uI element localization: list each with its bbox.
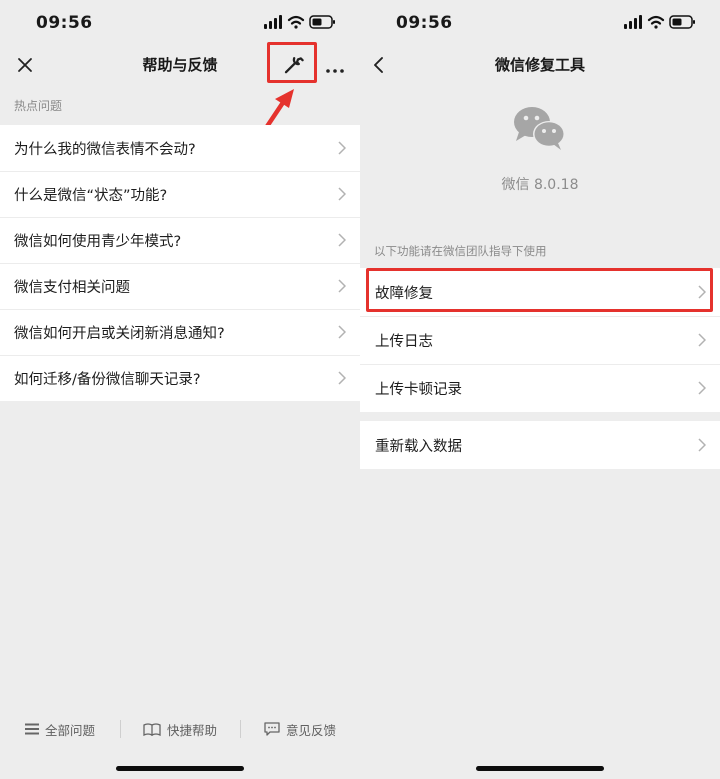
highlight-box-wrench bbox=[267, 42, 317, 83]
book-icon bbox=[143, 722, 161, 736]
question-row-5[interactable]: 微信如何开启或关闭新消息通知? bbox=[0, 309, 360, 355]
question-label: 什么是微信“状态”功能? bbox=[14, 188, 168, 204]
question-label: 为什么我的微信表情不会动? bbox=[14, 142, 196, 158]
question-row-6[interactable]: 如何迁移/备份微信聊天记录? bbox=[0, 355, 360, 401]
home-indicator bbox=[116, 766, 244, 771]
chevron-right-icon bbox=[338, 233, 346, 247]
wifi-icon bbox=[647, 15, 665, 29]
tab-feedback[interactable]: 意见反馈 bbox=[240, 709, 360, 749]
app-version: 微信 8.0.18 bbox=[501, 177, 579, 193]
question-row-4[interactable]: 微信支付相关问题 bbox=[0, 263, 360, 309]
chevron-right-icon bbox=[338, 279, 346, 293]
signal-icon bbox=[264, 15, 282, 29]
question-row-3[interactable]: 微信如何使用青少年模式? bbox=[0, 217, 360, 263]
list-icon bbox=[24, 723, 39, 735]
question-label: 微信如何开启或关闭新消息通知? bbox=[14, 326, 225, 342]
status-time: 09:56 bbox=[36, 13, 93, 33]
chevron-right-icon bbox=[338, 187, 346, 201]
chevron-right-icon bbox=[698, 438, 706, 452]
upload-log-item[interactable]: 上传日志 bbox=[360, 316, 720, 364]
item-label: 重新载入数据 bbox=[375, 439, 462, 455]
question-label: 微信如何使用青少年模式? bbox=[14, 234, 182, 250]
chevron-right-icon bbox=[338, 325, 346, 339]
upload-lag-record-item[interactable]: 上传卡顿记录 bbox=[360, 364, 720, 412]
wechat-logo-icon bbox=[514, 107, 565, 150]
repair-tool-screen: 09:56 微信修复工具 微信 8.0.18 以下功能请在微信团队指导下使用 故… bbox=[360, 0, 720, 779]
hot-questions-label: 热点问题 bbox=[14, 99, 63, 113]
item-label: 上传卡顿记录 bbox=[375, 382, 462, 398]
reload-list: 重新载入数据 bbox=[360, 421, 720, 469]
battery-icon bbox=[309, 15, 335, 29]
tab-all-questions[interactable]: 全部问题 bbox=[0, 709, 120, 749]
question-label: 微信支付相关问题 bbox=[14, 280, 130, 296]
status-time: 09:56 bbox=[396, 13, 453, 33]
chevron-right-icon bbox=[698, 381, 706, 395]
tab-label: 全部问题 bbox=[44, 722, 95, 738]
question-row-1[interactable]: 为什么我的微信表情不会动? bbox=[0, 125, 360, 171]
question-row-2[interactable]: 什么是微信“状态”功能? bbox=[0, 171, 360, 217]
signal-icon bbox=[624, 15, 642, 29]
home-indicator bbox=[476, 766, 604, 771]
more-icon bbox=[326, 69, 344, 73]
tab-label: 快捷帮助 bbox=[166, 722, 217, 738]
battery-icon bbox=[669, 15, 695, 29]
chat-bubble-icon bbox=[264, 722, 280, 736]
status-bar: 09:56 bbox=[0, 0, 360, 44]
status-icons bbox=[264, 14, 336, 30]
bottom-tab-bar: 全部问题 快捷帮助 意见反馈 bbox=[0, 709, 360, 749]
status-bar: 09:56 bbox=[360, 0, 720, 44]
wifi-icon bbox=[287, 15, 305, 29]
chevron-right-icon bbox=[338, 141, 346, 155]
highlight-box-fault-repair bbox=[366, 268, 713, 312]
chevron-right-icon bbox=[338, 371, 346, 385]
page-title: 微信修复工具 bbox=[494, 56, 585, 74]
guidance-label: 以下功能请在微信团队指导下使用 bbox=[374, 244, 547, 258]
question-label: 如何迁移/备份微信聊天记录? bbox=[14, 372, 201, 388]
reload-data-item[interactable]: 重新载入数据 bbox=[360, 421, 720, 469]
more-button[interactable] bbox=[322, 52, 348, 78]
chevron-right-icon bbox=[698, 333, 706, 347]
tab-quick-help[interactable]: 快捷帮助 bbox=[120, 709, 240, 749]
tab-label: 意见反馈 bbox=[285, 722, 336, 738]
help-feedback-screen: 09:56 帮助与反馈 热点问题 为什么我的微信表情不会动? 什么是微信“状态”… bbox=[0, 0, 360, 779]
status-icons bbox=[624, 14, 696, 30]
hot-question-list: 为什么我的微信表情不会动? 什么是微信“状态”功能? 微信如何使用青少年模式? … bbox=[0, 125, 360, 401]
item-label: 上传日志 bbox=[375, 334, 433, 350]
nav-bar: 微信修复工具 bbox=[360, 44, 720, 84]
